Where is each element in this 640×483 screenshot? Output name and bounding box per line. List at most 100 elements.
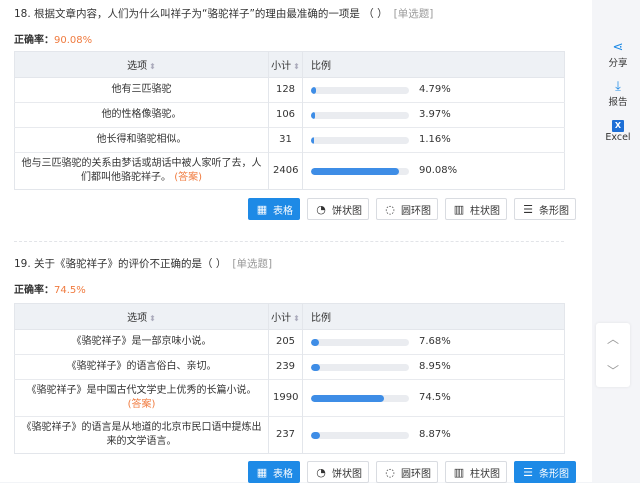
percent-cell: 74.5% <box>302 379 565 417</box>
pie-view-button[interactable]: ◔ 饼状图 <box>307 198 369 220</box>
table-icon: ▦ <box>256 202 268 216</box>
column-view-button[interactable]: ▥ 柱状图 <box>445 461 507 483</box>
bar-view-button[interactable]: ☰ 条形图 <box>514 198 576 220</box>
percent-bar-fill <box>311 363 320 371</box>
percent-value: 74.5% <box>419 392 451 403</box>
percent-bar-track <box>311 431 409 439</box>
option-cell: 他有三匹骆驼 <box>14 77 269 103</box>
bar-icon: ☰ <box>523 202 533 216</box>
table-row: 《骆驼祥子》是一部京味小说。 205 7.68% <box>14 329 565 355</box>
count-cell: 205 <box>268 329 303 355</box>
column-view-button[interactable]: ▥ 柱状图 <box>445 198 507 220</box>
percent-bar-fill <box>311 394 384 402</box>
table-row: 他有三匹骆驼 128 4.79% <box>14 77 565 103</box>
percent-bar-fill <box>311 338 319 346</box>
percent-cell: 8.87% <box>302 416 565 454</box>
percent-bar-track <box>311 394 409 402</box>
percent-bar-fill <box>311 86 316 94</box>
accuracy-label: 正确率： <box>14 35 54 46</box>
header-count[interactable]: 小计 ⬍ <box>268 51 303 78</box>
column-icon: ▥ <box>453 202 465 216</box>
question-text: 18. 根据文章内容，人们为什么叫祥子为“骆驼祥子”的理由最准确的一项是 （ ） <box>14 8 388 20</box>
chart-switch-q19: ▦ 表格 ◔ 饼状图 ◌ 圆环图 ▥ 柱状图 ☰ 条形图 <box>248 461 576 483</box>
count-cell: 106 <box>268 102 303 128</box>
count-cell: 237 <box>268 416 303 454</box>
table-view-button[interactable]: ▦ 表格 <box>248 461 300 483</box>
donut-view-button[interactable]: ◌ 圆环图 <box>376 198 438 220</box>
column-icon: ▥ <box>453 465 465 479</box>
excel-icon: X <box>612 120 624 132</box>
scroll-down-icon[interactable]: ﹀ <box>596 355 630 387</box>
donut-icon: ◌ <box>385 465 395 479</box>
percent-bar-fill <box>311 431 320 439</box>
pie-icon: ◔ <box>316 202 326 216</box>
header-count[interactable]: 小计 ⬍ <box>268 303 303 330</box>
percent-value: 4.79% <box>419 84 451 95</box>
table-row: 《骆驼祥子》的语言俗白、亲切。 239 8.95% <box>14 354 565 380</box>
accuracy-value: 74.5% <box>54 285 86 296</box>
percent-bar-track <box>311 111 409 119</box>
header-option[interactable]: 选项 ⬍ <box>14 303 269 330</box>
table-icon: ▦ <box>256 465 268 479</box>
percent-value: 1.16% <box>419 134 451 145</box>
report-button[interactable]: ⤓ 报告 <box>596 79 640 108</box>
question-type-tag: [单选题] <box>232 258 273 270</box>
percent-bar-fill <box>311 136 314 144</box>
header-option[interactable]: 选项 ⬍ <box>14 51 269 78</box>
pie-view-button[interactable]: ◔ 饼状图 <box>307 461 369 483</box>
percent-bar-fill <box>311 167 399 175</box>
percent-cell: 8.95% <box>302 354 565 380</box>
table-view-button[interactable]: ▦ 表格 <box>248 198 300 220</box>
question-title: 19. 关于《骆驼祥子》的评价不正确的是（ ） [单选题] <box>14 256 564 271</box>
table-row: 《骆驼祥子》的语言是从地道的北京市民口语中提炼出来的文学语言。 237 8.87% <box>14 416 565 454</box>
percent-value: 90.08% <box>419 165 458 176</box>
answer-marker: (答案) <box>174 172 202 183</box>
excel-button[interactable]: X Excel <box>596 117 640 143</box>
result-table-q18: 选项 ⬍ 小计 ⬍ 比例 他有三匹骆驼 128 4.79% 他的性格像骆驼。 106 3.97… <box>14 51 565 190</box>
option-cell: 《骆驼祥子》是中国古代文学史上优秀的长篇小说。 (答案) <box>14 379 269 417</box>
header-percent: 比例 <box>302 303 565 330</box>
option-cell: 《骆驼祥子》的语言是从地道的北京市民口语中提炼出来的文学语言。 <box>14 416 269 454</box>
option-cell: 他长得和骆驼相似。 <box>14 127 269 153</box>
percent-bar-track <box>311 363 409 371</box>
question-title: 18. 根据文章内容，人们为什么叫祥子为“骆驼祥子”的理由最准确的一项是 （ ）… <box>14 6 564 21</box>
question-type-tag: [单选题] <box>393 8 434 20</box>
percent-cell: 7.68% <box>302 329 565 355</box>
donut-view-button[interactable]: ◌ 圆环图 <box>376 461 438 483</box>
accuracy-rate: 正确率：90.08% <box>14 31 564 46</box>
result-table-q19: 选项 ⬍ 小计 ⬍ 比例 《骆驼祥子》是一部京味小说。 205 7.68% 《骆驼祥子》的… <box>14 303 565 454</box>
report-content: 18. 根据文章内容，人们为什么叫祥子为“骆驼祥子”的理由最准确的一项是 （ ）… <box>0 0 592 483</box>
percent-value: 3.97% <box>419 109 451 120</box>
divider <box>14 241 564 242</box>
donut-icon: ◌ <box>385 202 395 216</box>
count-cell: 239 <box>268 354 303 380</box>
right-toolbar <box>592 0 640 482</box>
scroll-nav: ︿ ﹀ <box>596 323 630 387</box>
percent-bar-track <box>311 338 409 346</box>
question-18: 18. 根据文章内容，人们为什么叫祥子为“骆驼祥子”的理由最准确的一项是 （ ）… <box>14 6 564 46</box>
option-cell: 《骆驼祥子》是一部京味小说。 <box>14 329 269 355</box>
accuracy-value: 90.08% <box>54 35 93 46</box>
share-button[interactable]: ⋖ 分享 <box>596 40 640 69</box>
percent-bar-track <box>311 86 409 94</box>
count-cell: 128 <box>268 77 303 103</box>
accuracy-rate: 正确率：74.5% <box>14 281 564 296</box>
percent-bar-track <box>311 136 409 144</box>
option-cell: 他的性格像骆驼。 <box>14 102 269 128</box>
percent-value: 8.95% <box>419 361 451 372</box>
pie-icon: ◔ <box>316 465 326 479</box>
percent-bar-fill <box>311 111 315 119</box>
bar-icon: ☰ <box>523 465 533 479</box>
chart-switch-q18: ▦ 表格 ◔ 饼状图 ◌ 圆环图 ▥ 柱状图 ☰ 条形图 <box>248 198 576 220</box>
table-row: 他长得和骆驼相似。 31 1.16% <box>14 127 565 153</box>
download-icon: ⤓ <box>615 79 621 94</box>
percent-cell: 90.08% <box>302 152 565 190</box>
percent-cell: 4.79% <box>302 77 565 103</box>
option-cell: 《骆驼祥子》的语言俗白、亲切。 <box>14 354 269 380</box>
percent-cell: 1.16% <box>302 127 565 153</box>
percent-value: 8.87% <box>419 429 451 440</box>
scroll-up-icon[interactable]: ︿ <box>596 323 630 355</box>
bar-view-button[interactable]: ☰ 条形图 <box>514 461 576 483</box>
question-text: 19. 关于《骆驼祥子》的评价不正确的是（ ） <box>14 258 227 270</box>
percent-bar-track <box>311 167 409 175</box>
